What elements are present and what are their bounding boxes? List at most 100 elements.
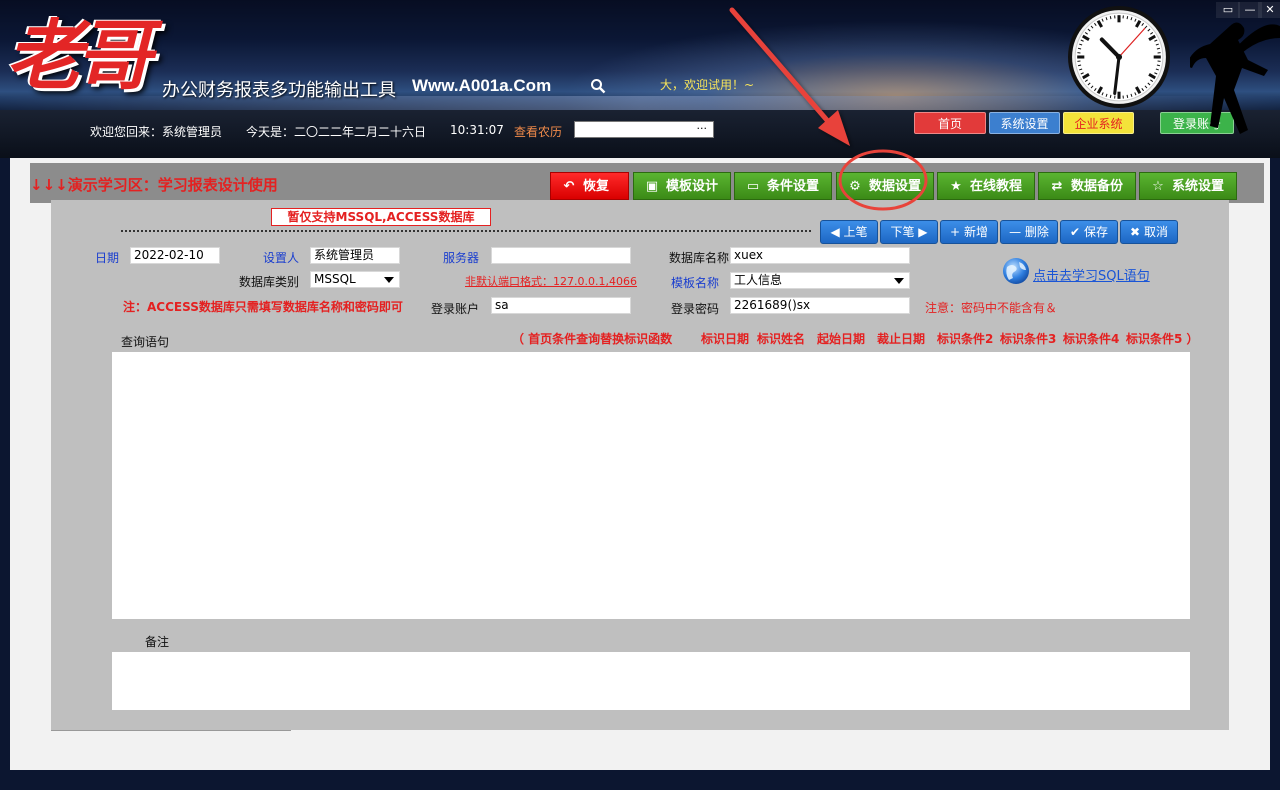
site-url[interactable]: Www.A001a.Com [412, 76, 551, 96]
right-triangle-icon: ▶ [918, 225, 928, 239]
learn-sql-text[interactable]: 点击去学习SQL语句 [1033, 265, 1150, 284]
tab-label: 恢复 [583, 179, 610, 194]
next-record-button[interactable]: 下笔 ▶ [880, 220, 938, 244]
lunar-date-input[interactable]: ··· [574, 121, 714, 138]
main-panel: ↓↓↓演示学习区：学习报表设计使用 ↶ 恢复 ▣ 模板设计 ▭ 条件设置 ⚙ 数… [10, 158, 1270, 770]
close-button[interactable]: ✕ [1258, 2, 1280, 18]
nav-label: 下笔 [890, 225, 915, 239]
query-label: 查询语句 [121, 335, 170, 349]
tab-label: 在线教程 [970, 179, 1023, 194]
add-record-button[interactable]: + 新增 [940, 220, 998, 244]
dbname-label: 数据库名称 [669, 251, 730, 265]
welcome-back-text: 欢迎您回来：系统管理员 [90, 125, 223, 139]
tab-label: 数据备份 [1071, 179, 1124, 194]
nav-label: 新增 [963, 225, 988, 239]
enterprise-system-button[interactable]: 企业系统 [1063, 112, 1134, 134]
demo-area-label: ↓↓↓演示学习区：学习报表设计使用 [30, 176, 278, 194]
token-cond-3: 标识条件3 [1000, 332, 1057, 346]
tab-label: 条件设置 [767, 179, 820, 194]
dbname-field[interactable]: xuex [730, 247, 910, 264]
chevron-down-icon [894, 278, 904, 284]
remark-textarea[interactable] [112, 652, 1190, 710]
welcome-try-text: 大，欢迎试用！~ [660, 78, 755, 92]
tab-restore[interactable]: ↶ 恢复 [550, 172, 629, 200]
nav-label: 保存 [1083, 225, 1108, 239]
tab-data-settings[interactable]: ⚙ 数据设置 [836, 172, 934, 200]
token-intro: （ 首页条件查询替换标识函数 [512, 332, 673, 346]
token-cond-5: 标识条件5 ） [1126, 332, 1199, 346]
clock-icon [1068, 6, 1170, 108]
maximize-button[interactable]: ▭ [1216, 2, 1240, 18]
remark-label: 备注 [145, 635, 170, 649]
account-field[interactable]: sa [491, 297, 631, 314]
delete-record-button[interactable]: — 删除 [1000, 220, 1058, 244]
setter-label: 设置人 [263, 251, 300, 265]
clock-tick [1126, 94, 1129, 99]
check-icon: ✔ [1070, 225, 1081, 239]
tab-data-backup[interactable]: ⇄ 数据备份 [1038, 172, 1136, 200]
dbtype-value: MSSQL [314, 272, 356, 286]
date-field[interactable]: 2022-02-10 [130, 247, 220, 264]
date-label: 日期 [95, 251, 120, 265]
account-label: 登录账户 [431, 302, 480, 316]
tab-label: 模板设计 [666, 179, 719, 194]
dbtype-select[interactable]: MSSQL [310, 271, 400, 288]
minus-icon: — [1009, 225, 1022, 239]
system-settings-top-button[interactable]: 系统设置 [989, 112, 1060, 134]
clock-tick [1077, 64, 1082, 67]
template-icon: ▣ [645, 179, 659, 194]
form-bottom-line [51, 730, 291, 731]
gear-icon: ⚙ [849, 179, 861, 194]
prev-record-button[interactable]: ◀ 上笔 [820, 220, 878, 244]
token-end-date: 裁止日期 [877, 332, 926, 346]
tab-condition-settings[interactable]: ▭ 条件设置 [734, 172, 832, 200]
lunar-calendar-link[interactable]: 查看农历 [514, 123, 562, 140]
tab-online-tutorial[interactable]: ★ 在线教程 [937, 172, 1035, 200]
app-title: 办公财务报表多功能输出工具 [162, 80, 396, 101]
tab-system-settings[interactable]: ☆ 系统设置 [1139, 172, 1237, 200]
lunar-picker-dots[interactable]: ··· [697, 122, 708, 135]
clock-tick [1077, 47, 1082, 50]
today-date-text: 今天是：二〇二二年二月二十六日 [246, 125, 427, 139]
tab-template-design[interactable]: ▣ 模板设计 [633, 172, 731, 200]
password-label: 登录密码 [671, 302, 720, 316]
password-field[interactable]: 2261689()sx [730, 297, 910, 314]
header-banner: 老哥 办公财务报表多功能输出工具 Www.A001a.Com 大，欢迎试用！~ … [0, 0, 1280, 158]
star-icon: ★ [950, 179, 962, 194]
current-time: 10:31:07 [450, 123, 504, 137]
home-button[interactable]: 首页 [914, 112, 986, 134]
nav-label: 取消 [1143, 225, 1168, 239]
server-field[interactable] [491, 247, 631, 264]
surfer-silhouette [1190, 22, 1280, 134]
save-button[interactable]: ✔ 保存 [1060, 220, 1118, 244]
token-start-date: 起始日期 [817, 332, 866, 346]
access-note: 注：ACCESS数据库只需填写数据库名称和密码即可 [123, 300, 403, 314]
template-value: 工人信息 [734, 273, 783, 287]
cancel-button[interactable]: ✖ 取消 [1120, 220, 1178, 244]
template-select[interactable]: 工人信息 [730, 272, 910, 289]
dbtype-label: 数据库类别 [239, 275, 300, 289]
token-date: 标识日期 [701, 332, 750, 346]
port-format-hint: 非默认端口格式：127.0.0.1,4066 [465, 275, 637, 288]
sync-icon: ⇄ [1051, 179, 1063, 194]
server-label: 服务器 [443, 251, 480, 265]
tab-label: 系统设置 [1172, 179, 1225, 194]
nav-label: 上笔 [843, 225, 868, 239]
close-icon: ✖ [1130, 225, 1141, 239]
setter-field[interactable]: 系统管理员 [310, 247, 400, 264]
logo: 老哥 [6, 11, 152, 100]
query-textarea[interactable] [112, 352, 1190, 619]
password-note: 注意：密码中不能含有＆ [925, 301, 1058, 315]
window-icon: ▭ [746, 179, 760, 194]
undo-icon: ↶ [563, 179, 575, 194]
token-cond-4: 标识条件4 [1063, 332, 1120, 346]
search-icon[interactable] [590, 78, 606, 94]
token-cond-2: 标识条件2 [937, 332, 994, 346]
globe-icon [1003, 258, 1029, 284]
chevron-down-icon [384, 277, 394, 283]
clock-tick [1126, 15, 1129, 20]
clock-tick [1109, 94, 1112, 99]
nav-label: 删除 [1024, 225, 1049, 239]
db-support-notice: 暂仅支持MSSQL,ACCESS数据库 [271, 208, 491, 226]
dotted-divider [121, 230, 811, 232]
